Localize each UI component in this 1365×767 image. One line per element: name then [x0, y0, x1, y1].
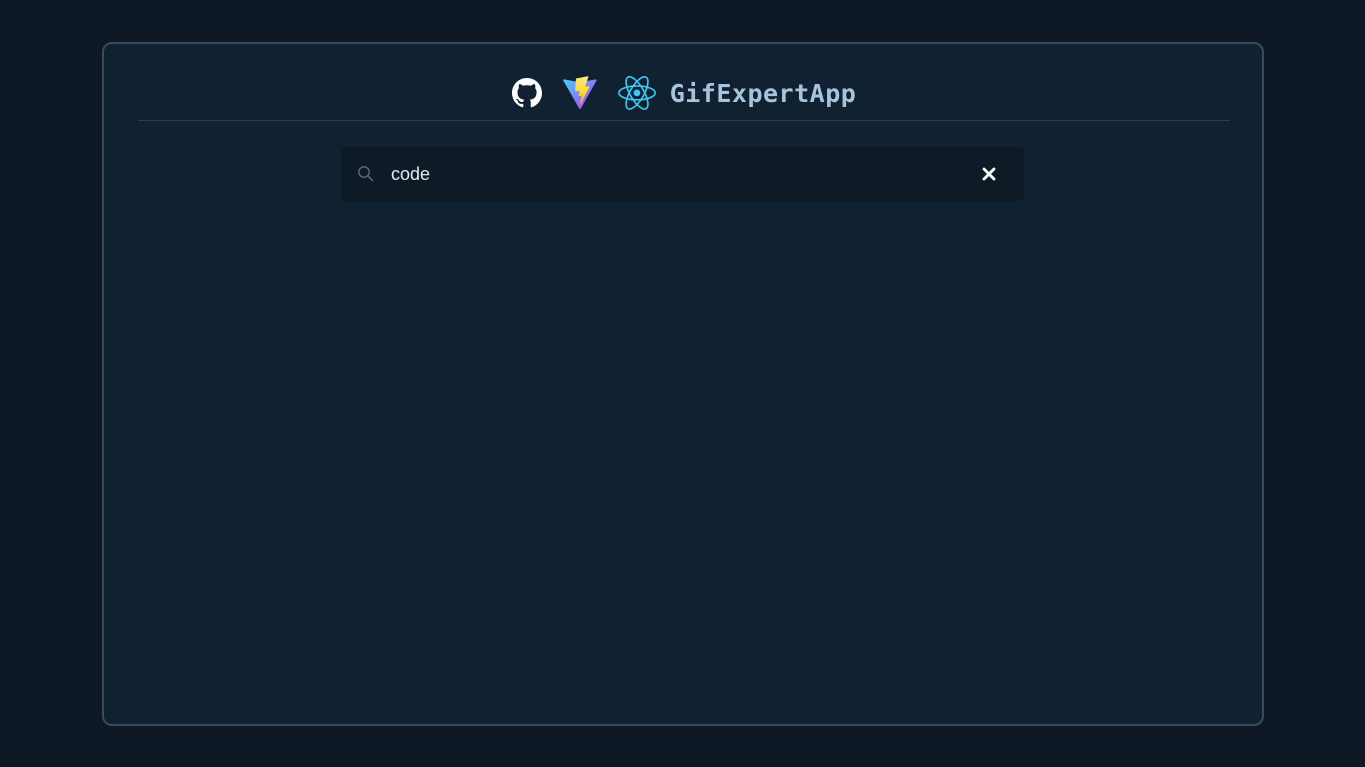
search-bar [341, 147, 1024, 201]
vite-icon[interactable] [562, 76, 598, 110]
app-title: GifExpertApp [669, 78, 857, 108]
close-icon[interactable] [979, 164, 999, 184]
search-input[interactable] [391, 157, 951, 191]
header: GifExpertApp [138, 72, 1230, 121]
github-icon[interactable] [511, 78, 542, 108]
app-card: GifExpertApp [102, 42, 1264, 726]
header-content: GifExpertApp [138, 76, 1230, 110]
search-icon [357, 165, 375, 188]
react-icon[interactable] [617, 76, 656, 110]
